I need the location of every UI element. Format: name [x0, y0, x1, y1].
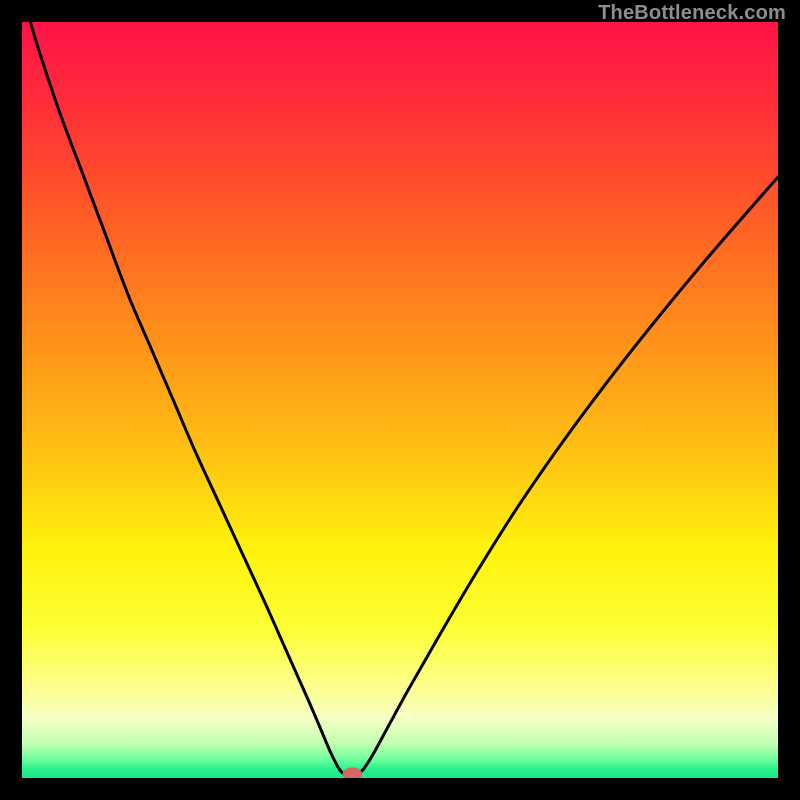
- chart-svg: [22, 22, 778, 778]
- chart-plot-area: [22, 22, 778, 778]
- chart-container: TheBottleneck.com: [0, 0, 800, 800]
- chart-background: [22, 22, 778, 778]
